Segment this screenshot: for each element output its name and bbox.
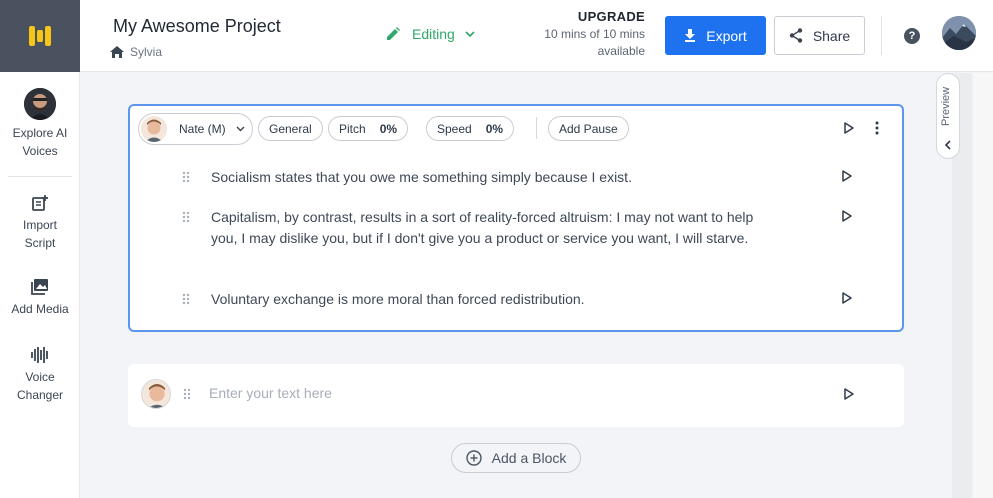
new-voice-block[interactable]: Enter your text here <box>128 364 904 427</box>
style-pill[interactable]: General <box>258 116 323 141</box>
drag-handle-icon[interactable] <box>182 293 190 305</box>
voice-selector[interactable]: Nate (M) <box>138 113 253 145</box>
voice-face-icon[interactable] <box>141 379 171 409</box>
speed-pill[interactable]: Speed 0% <box>426 116 515 141</box>
sidebar-item-label: Voice Changer <box>16 370 64 402</box>
speed-value: 0% <box>485 121 504 136</box>
sidebar-item-import-script[interactable]: Import Script <box>0 194 80 252</box>
chevron-left-icon <box>944 140 951 150</box>
add-pause-button[interactable]: Add Pause <box>548 116 629 141</box>
pitch-label: Pitch <box>339 121 366 136</box>
home-icon <box>110 46 124 58</box>
add-block-label: Add a Block <box>491 450 567 466</box>
voice-name: Nate (M) <box>179 122 226 136</box>
sidebar-item-add-media[interactable]: Add Media <box>0 278 80 318</box>
voice-avatar-icon <box>24 88 56 120</box>
sidebar: Explore AI Voices Import Script Add Medi… <box>0 72 80 498</box>
preview-toggle[interactable]: Preview <box>936 73 960 159</box>
sidebar-item-label: Explore AI Voices <box>12 126 68 158</box>
paragraph-text[interactable]: Socialism states that you owe me somethi… <box>211 167 771 188</box>
text-input[interactable]: Enter your text here <box>209 385 332 401</box>
preview-label: Preview <box>940 86 952 126</box>
header-divider <box>881 16 882 55</box>
pencil-icon <box>387 27 400 40</box>
more-vertical-icon <box>875 121 879 135</box>
block-play-button[interactable] <box>842 121 856 135</box>
drag-handle-icon[interactable] <box>183 388 191 400</box>
speed-label: Speed <box>437 121 472 136</box>
download-icon <box>685 29 696 42</box>
share-icon <box>789 28 803 43</box>
breadcrumb-user: Sylvia <box>130 45 163 59</box>
editing-label: Editing <box>412 26 455 42</box>
chevron-down-icon <box>465 31 475 37</box>
drag-handle-icon[interactable] <box>182 171 190 183</box>
usage-text: 10 mins of 10 mins available <box>544 27 645 58</box>
help-icon[interactable]: ? <box>904 28 920 44</box>
voice-face-icon <box>141 116 167 142</box>
more-options-button[interactable] <box>870 120 884 136</box>
sidebar-item-label: Import Script <box>22 218 57 250</box>
share-label: Share <box>812 27 851 44</box>
voice-block[interactable]: Nate (M) General Pitch 0% Speed 0% Add P… <box>128 104 904 332</box>
scrollbar[interactable] <box>973 73 993 498</box>
export-label: Export <box>706 27 747 44</box>
add-media-icon <box>31 279 48 295</box>
upgrade-link[interactable]: UPGRADE <box>525 9 645 24</box>
play-icon[interactable] <box>842 210 852 222</box>
export-button[interactable]: Export <box>665 16 766 55</box>
drag-handle-icon[interactable] <box>182 211 190 223</box>
add-block-button[interactable]: Add a Block <box>451 443 581 473</box>
pitch-pill[interactable]: Pitch 0% <box>328 116 409 141</box>
voice-changer-icon <box>31 347 48 363</box>
sidebar-item-voice-changer[interactable]: Voice Changer <box>0 346 80 404</box>
paragraph-text[interactable]: Capitalism, by contrast, results in a so… <box>211 207 771 249</box>
toolbar-divider <box>536 117 537 139</box>
breadcrumb[interactable]: Sylvia <box>109 45 162 59</box>
play-icon[interactable] <box>844 388 854 400</box>
import-script-icon <box>32 195 48 211</box>
plus-circle-icon <box>465 450 482 466</box>
play-icon[interactable] <box>842 292 852 304</box>
user-avatar[interactable] <box>942 16 976 50</box>
upgrade-area: UPGRADE 10 mins of 10 mins available <box>525 9 645 60</box>
share-button[interactable]: Share <box>774 16 865 55</box>
logo-icon <box>29 26 51 46</box>
add-pause-label: Add Pause <box>559 121 618 136</box>
sidebar-item-explore-ai-voices[interactable]: Explore AI Voices <box>0 88 80 160</box>
sidebar-item-label: Add Media <box>11 302 69 316</box>
play-icon <box>844 122 854 134</box>
sidebar-divider <box>8 176 72 177</box>
editing-mode-dropdown[interactable]: Editing <box>386 26 475 42</box>
pitch-value: 0% <box>379 121 398 136</box>
play-icon[interactable] <box>842 170 852 182</box>
paragraph-text[interactable]: Voluntary exchange is more moral than fo… <box>211 289 771 310</box>
chevron-down-icon <box>236 126 245 132</box>
project-title[interactable]: My Awesome Project <box>113 16 281 37</box>
app-logo[interactable] <box>0 0 80 72</box>
top-header: My Awesome Project Sylvia Editing UPGRAD… <box>80 0 993 72</box>
style-label: General <box>269 121 312 136</box>
